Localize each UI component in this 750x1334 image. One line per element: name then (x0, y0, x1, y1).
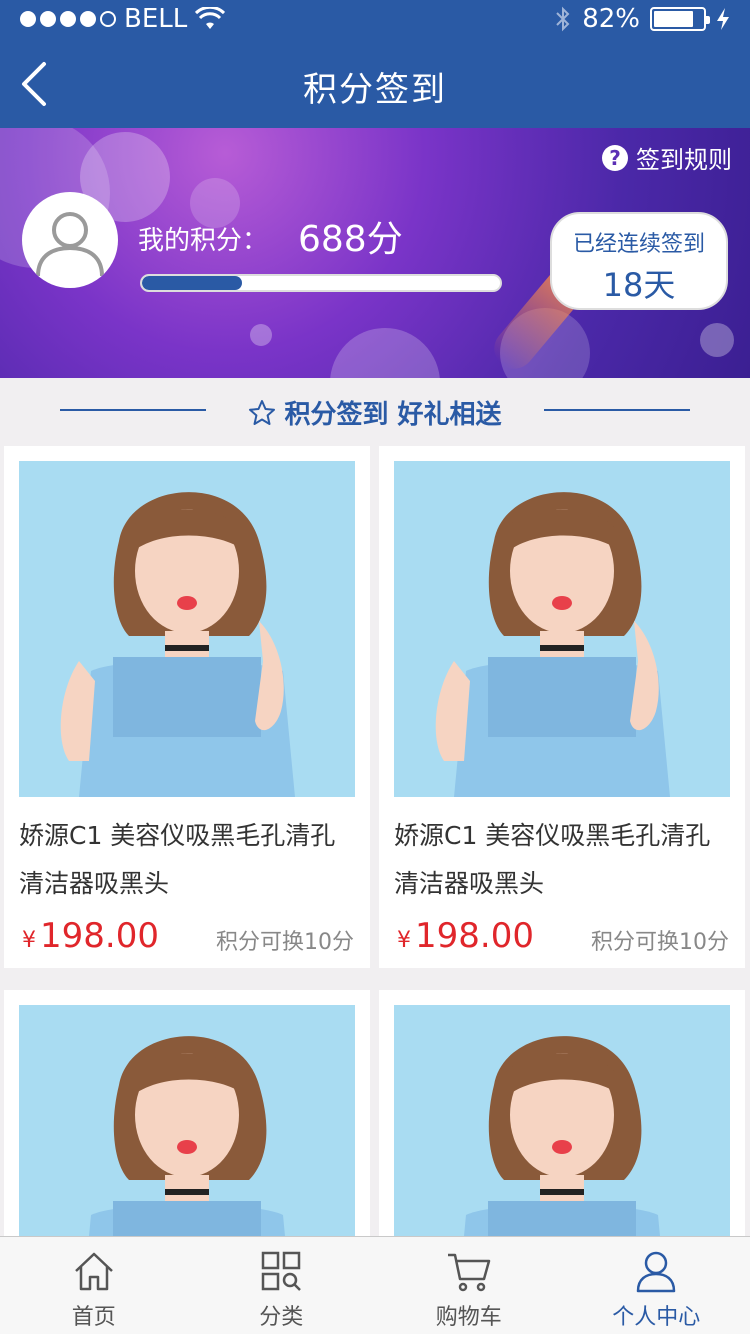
cart-icon (447, 1253, 490, 1292)
product-card[interactable] (379, 990, 745, 1334)
page-title: 积分签到 (303, 70, 447, 110)
carrier-label: BELL (124, 4, 188, 34)
status-bar: BELL 82% (0, 0, 750, 40)
divider-right (544, 409, 690, 411)
product-price: ¥198.00 (22, 916, 159, 956)
question-icon: ? (602, 144, 628, 171)
tab-cart[interactable]: 购物车 (375, 1237, 563, 1334)
nav-bar: 积分签到 (0, 40, 750, 128)
home-icon (74, 1252, 113, 1291)
tab-home-label: 首页 (71, 1305, 116, 1330)
rules-label: 签到规则 (636, 146, 732, 174)
tab-profile[interactable]: 个人中心 (563, 1237, 750, 1334)
product-card[interactable] (4, 990, 370, 1334)
battery-percent: 82% (582, 4, 640, 34)
sign-in-rules-link[interactable]: ? 签到规则 (602, 140, 732, 175)
tab-category-label: 分类 (259, 1305, 304, 1330)
charging-icon (717, 8, 729, 30)
points-value: 688分 (298, 219, 403, 260)
category-icon (262, 1251, 302, 1291)
user-icon (637, 1251, 676, 1293)
tab-profile-label: 个人中心 (612, 1305, 701, 1330)
tab-cart-label: 购物车 (435, 1305, 502, 1330)
user-avatar-icon (36, 212, 104, 277)
points-label: 我的积分： (138, 226, 269, 256)
star-icon (249, 399, 276, 425)
top-bar: BELL 82% 积分签到 (0, 0, 750, 128)
tab-category[interactable]: 分类 (188, 1237, 376, 1334)
product-name: 娇源C1 美容仪吸黑毛孔清孔清洁器吸黑头 (394, 821, 711, 898)
signed-days: 18天 (602, 266, 676, 304)
product-card[interactable]: 娇源C1 美容仪吸黑毛孔清孔清洁器吸黑头 ¥198.00 积分可换10分 (4, 446, 370, 968)
product-card[interactable]: 娇源C1 美容仪吸黑毛孔清孔清洁器吸黑头 ¥198.00 积分可换10分 (379, 446, 745, 968)
bluetooth-icon (556, 6, 570, 32)
section-title: 积分签到 好礼相送 (284, 400, 502, 430)
wifi-icon (195, 7, 226, 29)
points-banner: ? 签到规则 我的积分： 688分 已经连续签到 18天 (0, 128, 750, 378)
section-header: 积分签到 好礼相送 (0, 378, 750, 442)
product-name: 娇源C1 美容仪吸黑毛孔清孔清洁器吸黑头 (19, 821, 336, 898)
points-progress-fill (142, 276, 243, 290)
product-exchange-points: 积分可换10分 (216, 930, 354, 955)
product-image (19, 461, 355, 797)
tab-bar: 首页 分类 购物车 个人中心 (0, 1236, 750, 1334)
signal-icon (20, 11, 116, 27)
product-image (394, 461, 730, 797)
product-price: ¥198.00 (397, 916, 534, 956)
avatar[interactable] (22, 192, 118, 288)
signed-label: 已经连续签到 (572, 232, 705, 257)
product-exchange-points: 积分可换10分 (591, 930, 729, 955)
points-progress-bar (140, 274, 502, 292)
battery-icon (650, 7, 710, 31)
consecutive-sign-in-badge[interactable]: 已经连续签到 18天 (550, 212, 728, 310)
tab-home[interactable]: 首页 (0, 1237, 188, 1334)
